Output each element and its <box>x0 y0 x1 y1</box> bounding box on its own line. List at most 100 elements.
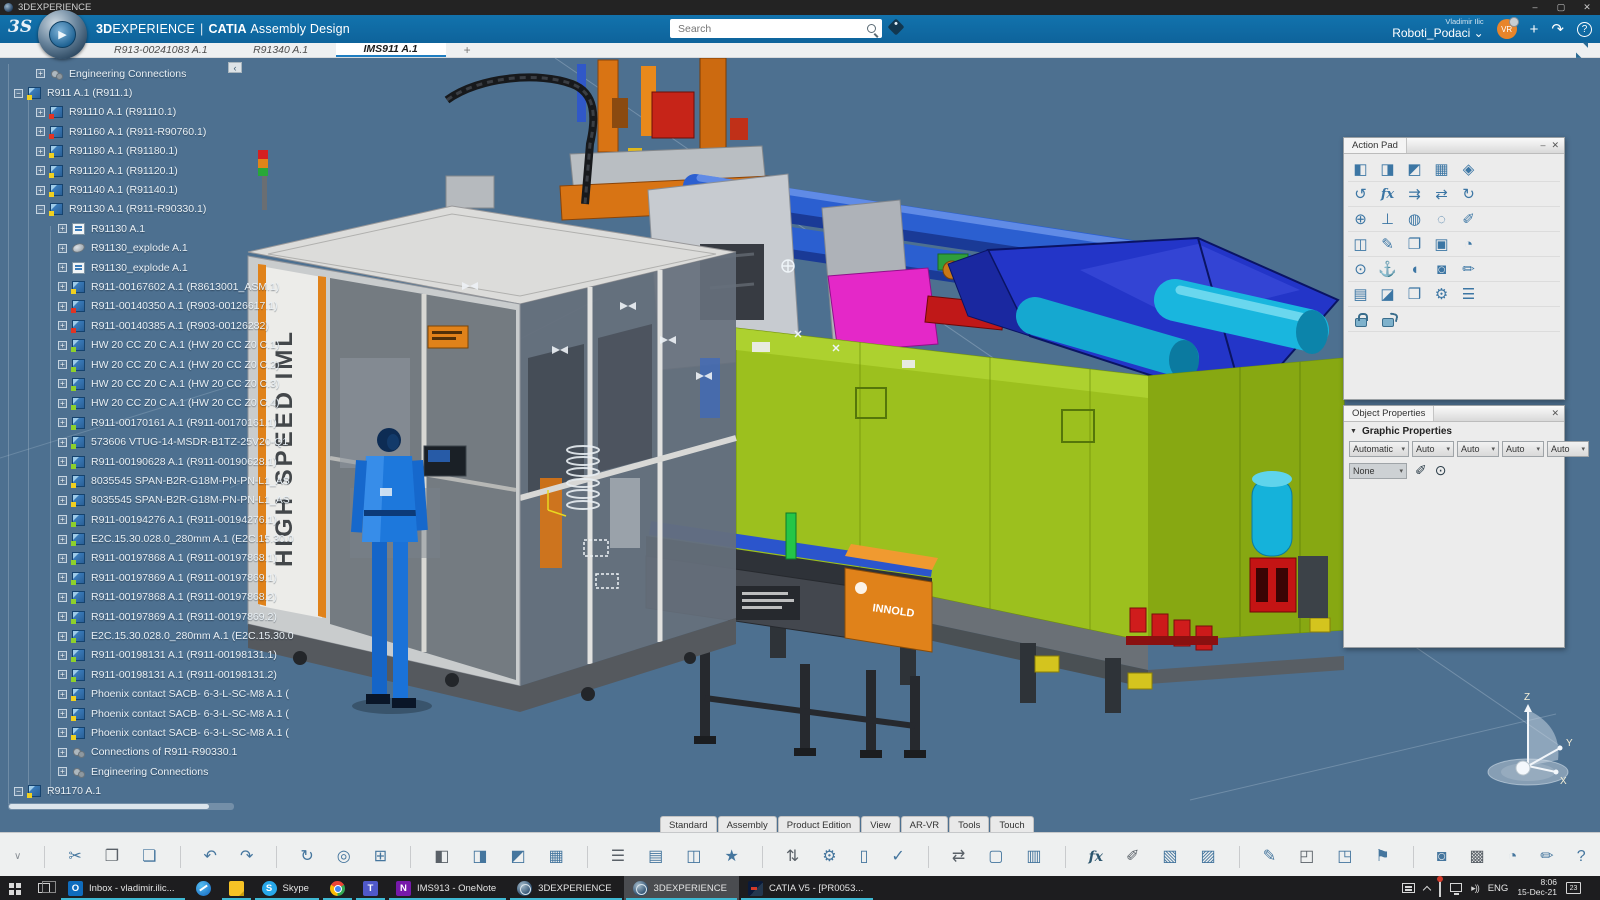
expand-icon[interactable]: + <box>58 651 67 660</box>
action-pad-minimize-icon[interactable]: – <box>1540 140 1545 151</box>
tree-item[interactable]: +E2C.15.30.028.0_280mm A.1 (E2C.15.30.0 <box>0 626 320 645</box>
copy-icon[interactable]: ❐ <box>105 849 119 865</box>
expand-icon[interactable]: + <box>58 438 67 447</box>
expand-icon[interactable]: + <box>58 321 67 330</box>
object-properties-header[interactable]: Object Properties ✕ <box>1344 406 1564 422</box>
collapse-icon[interactable]: − <box>36 205 45 214</box>
language-indicator[interactable]: ENG <box>1488 883 1509 894</box>
redo-icon[interactable]: ↷ <box>240 849 253 865</box>
tree-item[interactable]: +Phoenix contact SACB- 6-3-L-SC-M8 A.1 ( <box>0 704 320 723</box>
expand-icon[interactable]: + <box>36 127 45 136</box>
avatar[interactable]: VR <box>1497 19 1517 39</box>
group-icon[interactable]: ❒ <box>1402 283 1427 305</box>
tree-item[interactable]: +R911-00190628 A.1 (R911-00190628.1) <box>0 452 320 471</box>
tree-item[interactable]: +HW 20 CC Z0 C A.1 (HW 20 CC Z0 C.1) <box>0 335 320 354</box>
tree-item[interactable]: +R911-00197868 A.1 (R911-00197868.1) <box>0 549 320 568</box>
grid-icon[interactable]: ▦ <box>549 849 564 865</box>
graphic-properties-section[interactable]: ▼ Graphic Properties <box>1344 422 1564 439</box>
frame-icon[interactable]: ⊞ <box>374 849 387 865</box>
ribbon-tab-product-edition[interactable]: Product Edition <box>778 816 860 832</box>
action-center-icon[interactable]: 23 <box>1566 882 1581 894</box>
expand-icon[interactable]: + <box>58 379 67 388</box>
expand-icon[interactable]: + <box>58 244 67 253</box>
graphic-dropdown-2[interactable]: Auto▾ <box>1457 441 1499 457</box>
expand-icon[interactable]: + <box>36 108 45 117</box>
tree-item[interactable]: +R91160 A.1 (R911-R90760.1) <box>0 122 320 141</box>
attach-icon[interactable]: ◖ <box>1402 258 1427 280</box>
mold-block[interactable] <box>828 268 938 352</box>
expand-icon[interactable]: + <box>58 341 67 350</box>
ribbon-tab-view[interactable]: View <box>861 816 899 832</box>
expand-icon[interactable]: + <box>58 709 67 718</box>
normal-to-icon[interactable]: ⊥ <box>1375 208 1400 230</box>
object-properties-close-icon[interactable]: ✕ <box>1551 408 1559 419</box>
undo-icon[interactable]: ↶ <box>204 849 217 865</box>
tree-item[interactable]: +R911-00197869 A.1 (R911-00197869.2) <box>0 607 320 626</box>
tree-item[interactable]: +R911-00197869 A.1 (R911-00197869.1) <box>0 568 320 587</box>
tree-item[interactable]: +573606 VTUG-14-MSDR-B1TZ-25V20-Q1 <box>0 432 320 451</box>
graphic-dropdown-1[interactable]: Auto▾ <box>1412 441 1454 457</box>
expand-icon[interactable]: + <box>58 554 67 563</box>
layout-view-icon[interactable]: ▦ <box>1429 158 1454 180</box>
compass-icon[interactable]: ◔ <box>1508 849 1518 865</box>
expand-icon[interactable]: + <box>58 612 67 621</box>
expand-icon[interactable]: + <box>58 573 67 582</box>
expand-icon[interactable]: + <box>36 186 45 195</box>
tree-item[interactable]: +Engineering Connections <box>0 762 320 781</box>
clock[interactable]: 8:06 15-Dec-21 <box>1517 878 1557 898</box>
expand-workspace-icon[interactable] <box>1576 45 1588 56</box>
lock-icon[interactable] <box>1348 308 1373 330</box>
sheet-icon[interactable]: ▤ <box>648 849 663 865</box>
select-box-icon[interactable]: ▢ <box>988 849 1003 865</box>
expand-icon[interactable]: + <box>58 457 67 466</box>
tree-item[interactable]: +R911-00194276 A.1 (R911-00194276.1) <box>0 510 320 529</box>
add-content-button[interactable]: + <box>1530 21 1539 38</box>
tree-item[interactable]: +R911-00197868 A.1 (R911-00197868.2) <box>0 588 320 607</box>
flowchart-icon[interactable]: ⇅ <box>786 849 799 865</box>
tree-item[interactable]: +Engineering Connections <box>0 64 320 83</box>
tree-item[interactable]: +R911-00140350 A.1 (R903-00126617.1) <box>0 297 320 316</box>
scrollbar-thumb[interactable] <box>9 804 209 809</box>
shade-icon[interactable]: ◨ <box>472 849 487 865</box>
layers-icon[interactable]: ▩ <box>1469 849 1484 865</box>
expand-icon[interactable]: + <box>58 224 67 233</box>
tree-item[interactable]: +R91110 A.1 (R91110.1) <box>0 103 320 122</box>
action-pad-close-icon[interactable]: ✕ <box>1551 140 1559 151</box>
paste-icon[interactable]: ❏ <box>142 849 156 865</box>
ribbon-tab-assembly[interactable]: Assembly <box>718 816 777 832</box>
expand-icon[interactable]: + <box>58 496 67 505</box>
wand-icon[interactable]: ✐ <box>1126 849 1139 865</box>
collapse-chevron[interactable]: ∨ <box>14 852 21 862</box>
none-dropdown[interactable]: None ▾ <box>1349 463 1407 479</box>
formula-icon[interactable]: fx <box>1089 850 1103 864</box>
expand-icon[interactable]: + <box>58 670 67 679</box>
expand-icon[interactable]: + <box>58 728 67 737</box>
action-pad-header[interactable]: Action Pad – ✕ <box>1344 138 1564 154</box>
expand-icon[interactable]: + <box>58 418 67 427</box>
help-icon[interactable]: ? <box>1577 849 1586 865</box>
expand-icon[interactable]: + <box>58 535 67 544</box>
tree-horizontal-scrollbar[interactable] <box>8 803 234 810</box>
hidden-icons-chevron-icon[interactable] <box>1423 885 1431 893</box>
cut-icon[interactable]: ✂ <box>68 849 81 865</box>
tree-item[interactable]: +R91130_explode A.1 <box>0 258 320 277</box>
3d-viewport[interactable]: INNOLD <box>0 58 1600 832</box>
taskbar-onenote[interactable]: NIMS913 - OneNote <box>387 876 508 900</box>
gear-icon[interactable]: ⚙ <box>822 849 836 865</box>
properties-icon[interactable]: ◫ <box>1348 233 1373 255</box>
search-box[interactable] <box>670 19 882 38</box>
expand-icon[interactable]: + <box>58 302 67 311</box>
expand-icon[interactable]: + <box>58 593 67 602</box>
camera-icon[interactable]: ◙ <box>1437 849 1447 865</box>
section-view-icon[interactable]: ◩ <box>1402 158 1427 180</box>
ribbon-tab-ar-vr[interactable]: AR-VR <box>901 816 949 832</box>
tree-item[interactable]: +HW 20 CC Z0 C A.1 (HW 20 CC Z0 C.3) <box>0 374 320 393</box>
ribbon-tab-tools[interactable]: Tools <box>949 816 989 832</box>
flag-icon[interactable]: ⚑ <box>1375 849 1389 865</box>
snapshot-icon[interactable]: ◙ <box>1429 258 1454 280</box>
expand-icon[interactable]: + <box>58 515 67 524</box>
material-icon[interactable]: ◍ <box>1402 208 1427 230</box>
tree-item[interactable]: −R91130 A.1 (R911-R90330.1) <box>0 200 320 219</box>
wireframe-icon[interactable]: ◩ <box>511 849 526 865</box>
maximize-button[interactable]: ▢ <box>1548 0 1574 15</box>
